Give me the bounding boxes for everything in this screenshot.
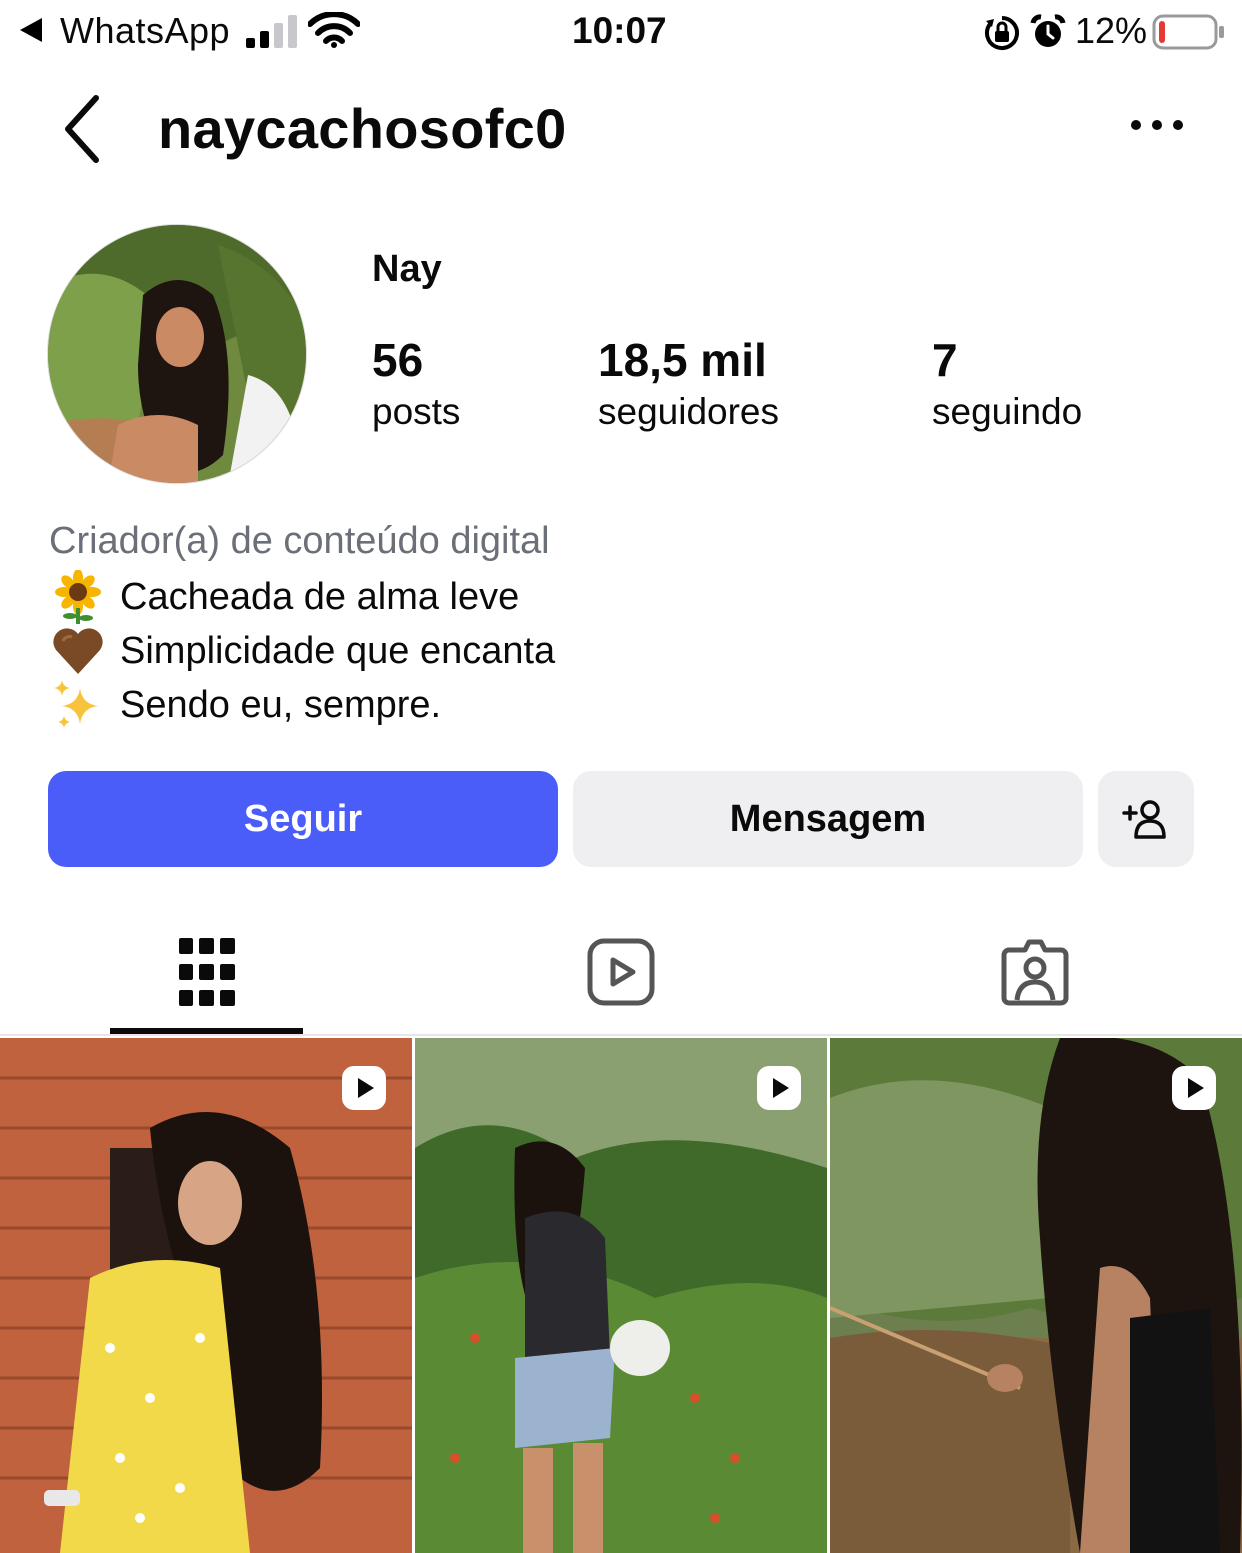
back-chevron-icon[interactable] (56, 92, 116, 166)
tagged-icon (1001, 939, 1068, 1006)
suggested-people-button[interactable] (1098, 771, 1194, 867)
battery-icon (1152, 14, 1224, 50)
cellular-signal-icon (246, 15, 297, 48)
back-to-app-arrow-icon[interactable] (20, 18, 42, 42)
tab-reels[interactable] (524, 910, 717, 1034)
reel-badge-icon (1172, 1066, 1216, 1110)
wifi-icon (308, 12, 360, 48)
profile-display-name: Nay (372, 248, 442, 290)
posts-grid (0, 1038, 1242, 1553)
message-button[interactable]: Mensagem (573, 771, 1083, 867)
post-image (830, 1038, 1242, 1553)
bio-category: Criador(a) de conteúdo digital (49, 520, 550, 562)
post-thumbnail[interactable] (415, 1038, 827, 1553)
tabs-divider (0, 1034, 1242, 1036)
reel-badge-icon (757, 1066, 801, 1110)
orientation-lock-icon (985, 16, 1019, 50)
bio-line-text: Sendo eu, sempre. (120, 683, 442, 726)
add-person-icon (1122, 800, 1166, 839)
posts-count: 56 (372, 334, 424, 386)
follow-button[interactable]: Seguir (48, 771, 558, 867)
brown-heart-emoji-icon (53, 628, 103, 674)
post-thumbnail[interactable] (0, 1038, 412, 1553)
post-image (0, 1038, 412, 1553)
reels-icon (587, 938, 654, 1006)
bio-line: Simplicidade que encanta (50, 624, 555, 678)
profile-tabs (0, 910, 1242, 1036)
back-to-app-label[interactable]: WhatsApp (60, 10, 230, 52)
sparkles-emoji-icon (54, 680, 98, 728)
tab-tagged[interactable] (938, 910, 1131, 1034)
posts-label: posts (372, 391, 461, 432)
following-count: 7 (932, 334, 958, 386)
bio-line: Cacheada de alma leve (50, 570, 519, 624)
more-options-icon[interactable] (1124, 110, 1190, 140)
post-thumbnail[interactable] (830, 1038, 1242, 1553)
stat-following[interactable]: 7 seguindo (932, 332, 1082, 436)
following-label: seguindo (932, 391, 1083, 432)
avatar-photo (48, 225, 306, 483)
clock-time: 10:07 (572, 10, 667, 51)
followers-label: seguidores (598, 391, 780, 432)
bio-line: Sendo eu, sempre. (50, 678, 441, 732)
status-bar: WhatsApp 10:07 12% (0, 0, 1242, 66)
followers-count: 18,5 mil (598, 334, 767, 386)
sunflower-emoji-icon (55, 570, 101, 624)
bio-line-text: Cacheada de alma leve (120, 575, 520, 618)
grid-icon (178, 938, 235, 1006)
battery-percentage: 12% (1075, 10, 1148, 51)
post-image (415, 1038, 827, 1553)
alarm-clock-icon (1030, 14, 1066, 47)
tab-posts-grid[interactable] (110, 910, 303, 1034)
stat-posts[interactable]: 56 posts (372, 332, 460, 436)
profile-username: naycachosofc0 (158, 97, 567, 160)
stat-followers[interactable]: 18,5 mil seguidores (598, 332, 779, 436)
bio-line-text: Simplicidade que encanta (120, 629, 556, 672)
profile-header: naycachosofc0 (0, 80, 1242, 180)
reel-badge-icon (342, 1066, 386, 1110)
profile-avatar[interactable] (47, 224, 307, 484)
